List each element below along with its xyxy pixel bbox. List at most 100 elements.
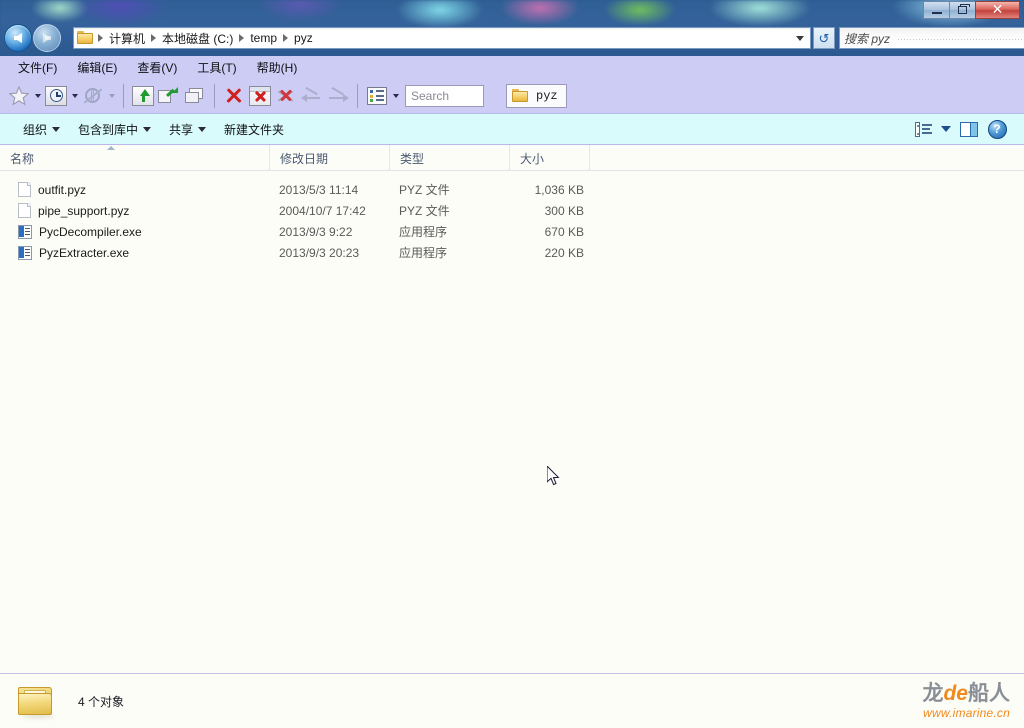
table-row[interactable]: pipe_support.pyz 2004/10/7 17:42 PYZ 文件 … <box>0 200 1024 221</box>
command-include-in-library[interactable]: 包含到库中 <box>69 118 160 141</box>
chevron-down-icon <box>62 35 70 41</box>
breadcrumb-separator-icon <box>98 34 103 42</box>
command-include-in-library-label: 包含到库中 <box>78 122 139 137</box>
command-share[interactable]: 共享 <box>160 118 215 141</box>
chevron-down-icon <box>52 126 61 132</box>
minimize-button[interactable] <box>923 1 950 19</box>
watermark: 龙de船人 www.imarine.cn <box>874 683 1010 723</box>
help-icon: ? <box>987 119 1007 139</box>
close-button[interactable]: ✕ <box>975 1 1020 19</box>
delete-button[interactable] <box>221 83 247 109</box>
menu-bar: 文件(F) 编辑(E) 查看(V) 工具(T) 帮助(H) <box>0 56 1024 79</box>
breadcrumb-separator-icon <box>283 34 289 42</box>
column-type[interactable]: 类型 <box>390 145 510 171</box>
search-input[interactable]: 搜索 pyz <box>844 30 1024 47</box>
breadcrumb-item-pyz[interactable]: pyz <box>290 29 317 47</box>
column-type-label: 类型 <box>400 151 425 166</box>
command-organize[interactable]: 组织 <box>14 118 69 141</box>
favorites-button[interactable] <box>6 83 32 109</box>
address-bar[interactable]: 计算机 本地磁盘 (C:) temp pyz <box>73 27 811 49</box>
chevron-down-icon <box>796 35 804 41</box>
search-dotted-line <box>898 39 1024 40</box>
toolbar-group-view: Search <box>364 83 484 109</box>
breadcrumb-item-local-disk[interactable]: 本地磁盘 (C:) <box>158 28 237 49</box>
breadcrumb: 计算机 本地磁盘 (C:) temp pyz <box>77 28 792 49</box>
document-icon <box>18 203 31 218</box>
maximize-button[interactable] <box>949 1 976 19</box>
history-dropdown-button[interactable] <box>69 83 80 109</box>
menu-help[interactable]: 帮助(H) <box>247 56 308 79</box>
toolbar-separator <box>357 84 358 108</box>
redo-button <box>325 83 351 109</box>
cut-delete-icon <box>275 86 297 106</box>
change-view-dropdown-button[interactable] <box>938 118 954 140</box>
application-icon <box>18 224 32 239</box>
menu-view[interactable]: 查看(V) <box>127 56 187 79</box>
delete-icon <box>224 86 244 106</box>
column-date-modified-label: 修改日期 <box>280 151 329 166</box>
file-name-label: outfit.pyz <box>38 182 87 197</box>
column-size[interactable]: 大小 <box>510 145 590 171</box>
toolbar-views-button[interactable] <box>364 83 390 109</box>
file-size-cell: 1,036 KB <box>534 182 584 197</box>
back-button[interactable] <box>4 24 32 52</box>
history-button[interactable] <box>43 83 69 109</box>
table-row[interactable]: PyzExtracter.exe 2013/9/3 20:23 应用程序 220… <box>0 242 1024 263</box>
change-view-button[interactable] <box>910 118 936 140</box>
minimize-icon <box>931 12 942 14</box>
up-folder-icon <box>132 86 154 106</box>
folder-icon <box>77 31 93 45</box>
refresh-icon: ↺ <box>818 30 830 46</box>
file-name-cell: outfit.pyz <box>18 182 86 197</box>
watermark-part3: 船人 <box>968 682 1010 705</box>
undo-button <box>299 83 325 109</box>
column-name-label: 名称 <box>10 151 35 166</box>
search-box[interactable]: 搜索 pyz <box>839 27 1024 49</box>
mouse-cursor <box>547 466 560 486</box>
sort-ascending-icon <box>106 146 115 150</box>
status-item-count: 4 个对象 <box>78 694 125 709</box>
breadcrumb-separator-icon <box>239 34 245 42</box>
table-row[interactable]: PycDecompiler.exe 2013/9/3 9:22 应用程序 670… <box>0 221 1024 242</box>
watermark-part2: de <box>943 682 968 705</box>
column-name[interactable]: 名称 <box>0 145 270 171</box>
copy-folder-button[interactable] <box>182 83 208 109</box>
recent-pages-button[interactable] <box>61 24 71 52</box>
explorer-window: ✕ 计算机 本地磁盘 (C:) temp pyz ↺ 搜索 pyz 文件(F) … <box>0 0 1024 728</box>
file-name-label: PycDecompiler.exe <box>39 224 142 239</box>
refresh-button[interactable]: ↺ <box>813 27 835 49</box>
watermark-part1: 龙 <box>922 682 944 705</box>
list-top-gap <box>0 171 1024 179</box>
table-row[interactable]: outfit.pyz 2013/5/3 11:14 PYZ 文件 1,036 K… <box>0 179 1024 200</box>
toolbar-separator <box>214 84 215 108</box>
delete-window-icon <box>249 86 271 106</box>
preview-pane-button[interactable] <box>956 118 982 140</box>
favorites-dropdown-button[interactable] <box>32 83 43 109</box>
toolbar-folder-button[interactable]: pyz <box>506 84 567 108</box>
delete-window-button[interactable] <box>247 83 273 109</box>
command-new-folder[interactable]: 新建文件夹 <box>215 118 293 141</box>
file-list[interactable]: 名称 修改日期 类型 大小 outfit.pyz 2013/5/3 11:14 … <box>0 145 1024 673</box>
forward-button[interactable] <box>33 24 61 52</box>
file-date-cell: 2013/9/3 9:22 <box>279 224 353 239</box>
menu-tools[interactable]: 工具(T) <box>187 56 246 79</box>
toolbar-search-input[interactable]: Search <box>405 85 484 107</box>
help-button[interactable]: ? <box>984 118 1010 140</box>
menu-file[interactable]: 文件(F) <box>8 56 67 79</box>
new-folder-button[interactable] <box>156 83 182 109</box>
network-button <box>80 83 106 109</box>
custom-toolbar: Search pyz <box>0 79 1024 113</box>
cut-delete-button[interactable] <box>273 83 299 109</box>
column-date-modified[interactable]: 修改日期 <box>270 145 390 171</box>
toolbar-views-dropdown-button[interactable] <box>390 83 401 109</box>
up-folder-button[interactable] <box>130 83 156 109</box>
status-bar: 4 个对象 <box>0 673 1024 728</box>
breadcrumb-item-temp[interactable]: temp <box>246 29 281 47</box>
breadcrumb-item-computer[interactable]: 计算机 <box>105 28 149 49</box>
file-date-cell: 2004/10/7 17:42 <box>279 203 366 218</box>
folder-icon <box>16 685 54 718</box>
command-bar-right-group: ? <box>910 118 1018 140</box>
address-dropdown-button[interactable] <box>792 28 808 48</box>
file-name-cell: pipe_support.pyz <box>18 203 129 218</box>
menu-edit[interactable]: 编辑(E) <box>67 56 127 79</box>
